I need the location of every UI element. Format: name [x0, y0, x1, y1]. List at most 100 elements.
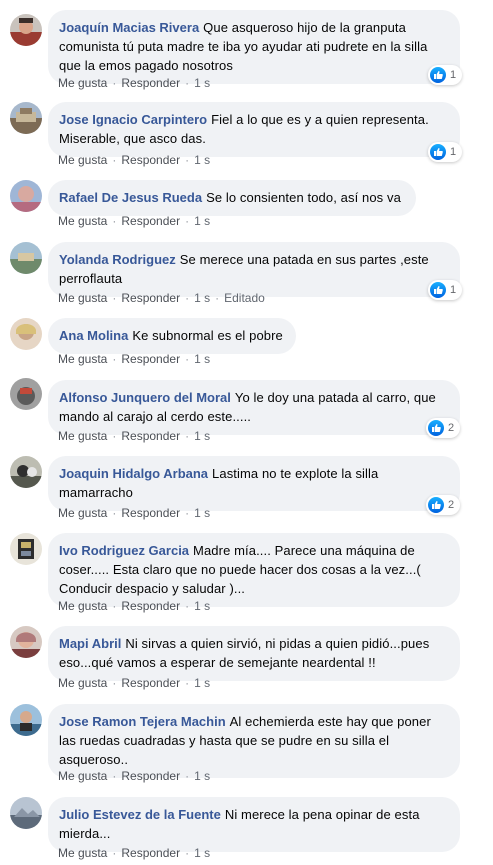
separator-dot: ·: [185, 676, 190, 690]
separator-dot: ·: [185, 76, 190, 90]
comment-text: Se lo consienten todo, así nos va: [206, 190, 401, 205]
like-link[interactable]: Me gusta: [58, 153, 107, 167]
timestamp[interactable]: 1 s: [194, 599, 210, 613]
avatar[interactable]: [10, 318, 42, 350]
reaction-count[interactable]: 2: [426, 495, 461, 515]
separator-dot: ·: [185, 846, 190, 860]
comment-author[interactable]: Ivo Rodriguez Garcia: [59, 543, 189, 558]
like-link[interactable]: Me gusta: [58, 214, 107, 228]
comment-actions: Me gusta · Responder · 1 s: [58, 675, 210, 691]
comment-author[interactable]: Ana Molina: [59, 328, 128, 343]
timestamp[interactable]: 1 s: [194, 506, 210, 520]
avatar[interactable]: [10, 797, 42, 829]
comment-actions: Me gusta · Responder · 1 s: [58, 505, 210, 521]
like-link[interactable]: Me gusta: [58, 352, 107, 366]
like-link[interactable]: Me gusta: [58, 599, 107, 613]
comment-author[interactable]: Yolanda Rodriguez: [59, 252, 176, 267]
separator-dot: ·: [112, 769, 117, 783]
reply-link[interactable]: Responder: [121, 291, 180, 305]
timestamp[interactable]: 1 s: [194, 846, 210, 860]
separator-dot: ·: [112, 76, 117, 90]
like-link[interactable]: Me gusta: [58, 429, 107, 443]
comment-author[interactable]: Alfonso Junquero del Moral: [59, 390, 231, 405]
avatar[interactable]: [10, 626, 42, 658]
reply-link[interactable]: Responder: [121, 676, 180, 690]
like-link[interactable]: Me gusta: [58, 506, 107, 520]
reply-link[interactable]: Responder: [121, 846, 180, 860]
separator-dot: ·: [112, 599, 117, 613]
like-link[interactable]: Me gusta: [58, 76, 107, 90]
reaction-count[interactable]: 1: [428, 65, 463, 85]
separator-dot: ·: [112, 676, 117, 690]
comment-author[interactable]: Jose Ramon Tejera Machin: [59, 714, 226, 729]
timestamp[interactable]: 1 s: [194, 352, 210, 366]
avatar[interactable]: [10, 102, 42, 134]
avatar[interactable]: [10, 456, 42, 488]
avatar-image: [10, 180, 42, 212]
comment-bubble: Yolanda Rodriguez Se merece una patada en…: [48, 242, 460, 297]
avatar[interactable]: [10, 180, 42, 212]
reply-link[interactable]: Responder: [121, 214, 180, 228]
comment-author[interactable]: Julio Estevez de la Fuente: [59, 807, 221, 822]
edited-label[interactable]: Editado: [224, 291, 265, 305]
reaction-number: 1: [450, 69, 457, 81]
separator-dot: ·: [112, 846, 117, 860]
separator-dot: ·: [112, 214, 117, 228]
timestamp[interactable]: 1 s: [194, 429, 210, 443]
like-link[interactable]: Me gusta: [58, 676, 107, 690]
separator-dot: ·: [185, 599, 190, 613]
reply-link[interactable]: Responder: [121, 76, 180, 90]
comment-actions: Me gusta · Responder · 1 s: [58, 351, 210, 367]
timestamp[interactable]: 1 s: [194, 291, 210, 305]
separator-dot: ·: [185, 153, 190, 167]
avatar-image: [10, 14, 42, 46]
reply-link[interactable]: Responder: [121, 599, 180, 613]
reaction-count[interactable]: 1: [428, 280, 463, 300]
separator-dot: ·: [215, 291, 220, 305]
avatar-image: [10, 318, 42, 350]
avatar[interactable]: [10, 704, 42, 736]
like-link[interactable]: Me gusta: [58, 846, 107, 860]
avatar[interactable]: [10, 14, 42, 46]
separator-dot: ·: [112, 291, 117, 305]
reply-link[interactable]: Responder: [121, 769, 180, 783]
comment-bubble: Ivo Rodriguez Garcia Madre mía.... Parece…: [48, 533, 460, 607]
comment-bubble: Julio Estevez de la Fuente Ni merece la p…: [48, 797, 460, 852]
timestamp[interactable]: 1 s: [194, 76, 210, 90]
timestamp[interactable]: 1 s: [194, 769, 210, 783]
comment-author[interactable]: Rafael De Jesus Rueda: [59, 190, 202, 205]
avatar[interactable]: [10, 533, 42, 565]
separator-dot: ·: [185, 769, 190, 783]
comment-author[interactable]: Joaquin Hidalgo Arbana: [59, 466, 208, 481]
reaction-count[interactable]: 1: [428, 142, 463, 162]
avatar-image: [10, 102, 42, 134]
reaction-count[interactable]: 2: [426, 418, 461, 438]
separator-dot: ·: [112, 153, 117, 167]
avatar[interactable]: [10, 378, 42, 410]
comment-actions: Me gusta · Responder · 1 s: [58, 428, 210, 444]
timestamp[interactable]: 1 s: [194, 153, 210, 167]
reaction-number: 2: [448, 422, 455, 434]
comment-actions: Me gusta · Responder · 1 s: [58, 845, 210, 861]
comment-author[interactable]: Joaquín Macias Rivera: [59, 20, 199, 35]
comment-actions: Me gusta · Responder · 1 s: [58, 213, 210, 229]
like-link[interactable]: Me gusta: [58, 291, 107, 305]
like-icon: [428, 420, 444, 436]
comment-bubble: Mapi Abril Ni sirvas a quien sirvió, ni p…: [48, 626, 460, 681]
avatar[interactable]: [10, 242, 42, 274]
separator-dot: ·: [185, 291, 190, 305]
comment-author[interactable]: Mapi Abril: [59, 636, 121, 651]
avatar-image: [10, 378, 42, 410]
reply-link[interactable]: Responder: [121, 506, 180, 520]
comment-author[interactable]: Jose Ignacio Carpintero: [59, 112, 207, 127]
timestamp[interactable]: 1 s: [194, 676, 210, 690]
comment-text: Ke subnormal es el pobre: [132, 328, 283, 343]
reply-link[interactable]: Responder: [121, 153, 180, 167]
timestamp[interactable]: 1 s: [194, 214, 210, 228]
comment-bubble: Alfonso Junquero del Moral Yo le doy una …: [48, 380, 460, 435]
comment-actions: Me gusta · Responder · 1 s: [58, 75, 210, 91]
reply-link[interactable]: Responder: [121, 352, 180, 366]
separator-dot: ·: [112, 429, 117, 443]
like-link[interactable]: Me gusta: [58, 769, 107, 783]
reply-link[interactable]: Responder: [121, 429, 180, 443]
